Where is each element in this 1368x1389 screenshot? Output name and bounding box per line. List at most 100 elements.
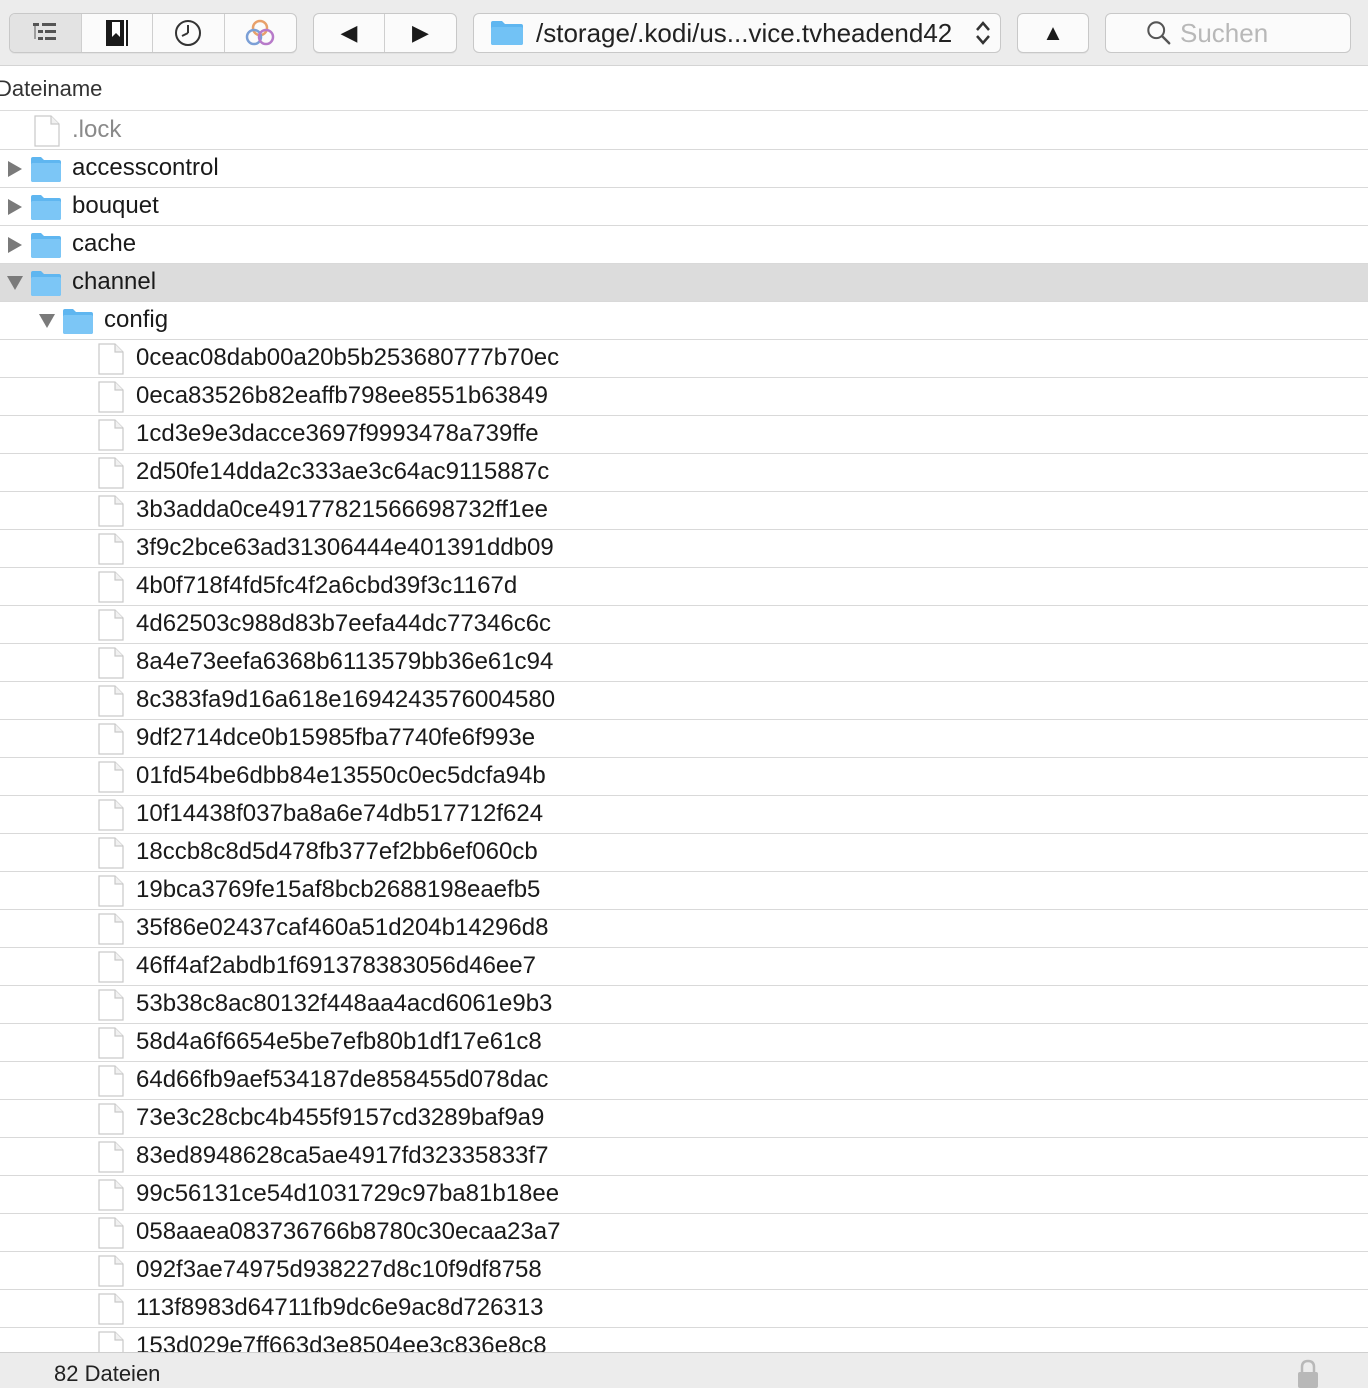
folder-row[interactable]: accesscontrol: [0, 150, 1368, 188]
document-icon: [98, 685, 124, 717]
item-name: 153d029e7ff663d3e8504ee3c836e8c8: [136, 1332, 547, 1352]
item-name: config: [104, 306, 169, 333]
column-header-filename[interactable]: Dateiname: [0, 76, 102, 102]
stepper-icon: [976, 21, 990, 45]
folder-row[interactable]: bouquet: [0, 188, 1368, 226]
file-row[interactable]: 58d4a6f6654e5be7efb80b1df17e61c8: [0, 1024, 1368, 1062]
file-row[interactable]: 9df2714dce0b15985fba7740fe6f993e: [0, 720, 1368, 758]
view-mode-group: [9, 13, 297, 53]
document-icon: [98, 875, 124, 907]
item-name: 3b3adda0ce49177821566698732ff1ee: [136, 496, 548, 523]
item-name: 99c56131ce54d1031729c97ba81b18ee: [136, 1180, 560, 1207]
search-box[interactable]: [1105, 13, 1351, 53]
file-row[interactable]: 8c383fa9d16a618e1694243576004580: [0, 682, 1368, 720]
file-row[interactable]: 46ff4af2abdb1f691378383056d46ee7: [0, 948, 1368, 986]
file-row[interactable]: 73e3c28cbc4b455f9157cd3289baf9a9: [0, 1100, 1368, 1138]
item-name: 01fd54be6dbb84e13550c0ec5dcfa94b: [136, 762, 546, 789]
file-row[interactable]: 092f3ae74975d938227d8c10f9df8758: [0, 1252, 1368, 1290]
item-name: 73e3c28cbc4b455f9157cd3289baf9a9: [136, 1104, 545, 1131]
toolbar: ◀ ▶ /storage/.kodi/us...vice.tvheadend42…: [0, 0, 1368, 66]
item-name: 3f9c2bce63ad31306444e401391ddb09: [136, 534, 554, 561]
document-icon: [98, 1065, 124, 1097]
item-name: 0eca83526b82eaffb798ee8551b63849: [136, 382, 548, 409]
lock-icon[interactable]: [1296, 1359, 1320, 1389]
file-row[interactable]: 4b0f718f4fd5fc4f2a6cbd39f3c1167d: [0, 568, 1368, 606]
file-row[interactable]: 18ccb8c8d5d478fb377ef2bb6ef060cb: [0, 834, 1368, 872]
document-icon: [98, 343, 124, 375]
file-row[interactable]: 8a4e73eefa6368b6113579bb36e61c94: [0, 644, 1368, 682]
file-row[interactable]: 113f8983d64711fb9dc6e9ac8d726313: [0, 1290, 1368, 1328]
history-icon: [175, 20, 202, 46]
item-name: 113f8983d64711fb9dc6e9ac8d726313: [136, 1294, 544, 1321]
document-icon: [98, 419, 124, 451]
file-row[interactable]: 0ceac08dab00a20b5b253680777b70ec: [0, 340, 1368, 378]
item-name: bouquet: [72, 192, 159, 219]
file-row[interactable]: 0eca83526b82eaffb798ee8551b63849: [0, 378, 1368, 416]
search-input[interactable]: [1180, 17, 1350, 49]
disclosure-expanded-icon[interactable]: [6, 274, 24, 292]
file-row[interactable]: 01fd54be6dbb84e13550c0ec5dcfa94b: [0, 758, 1368, 796]
item-name: 18ccb8c8d5d478fb377ef2bb6ef060cb: [136, 838, 538, 865]
document-icon: [98, 761, 124, 793]
file-row[interactable]: 19bca3769fe15af8bcb2688198eaefb5: [0, 872, 1368, 910]
file-row[interactable]: 153d029e7ff663d3e8504ee3c836e8c8: [0, 1328, 1368, 1352]
file-row[interactable]: 3f9c2bce63ad31306444e401391ddb09: [0, 530, 1368, 568]
outline-view-button[interactable]: [10, 14, 82, 52]
folder-row[interactable]: config: [0, 302, 1368, 340]
item-name: accesscontrol: [72, 154, 219, 181]
file-row[interactable]: 10f14438f037ba8a6e74db517712f624: [0, 796, 1368, 834]
bonjour-icon: [246, 19, 275, 46]
document-icon: [98, 647, 124, 679]
item-name: 1cd3e9e3dacce3697f9993478a739ffe: [136, 420, 539, 447]
item-name: 4d62503c988d83b7eefa44dc77346c6c: [136, 610, 552, 637]
document-icon: [98, 1217, 124, 1249]
document-icon: [98, 381, 124, 413]
path-selector[interactable]: /storage/.kodi/us...vice.tvheadend42: [473, 13, 1001, 53]
document-icon: [98, 457, 124, 489]
file-row[interactable]: 4d62503c988d83b7eefa44dc77346c6c: [0, 606, 1368, 644]
disclosure-collapsed-icon[interactable]: [6, 198, 24, 216]
item-name: 9df2714dce0b15985fba7740fe6f993e: [136, 724, 536, 751]
disclosure-collapsed-icon[interactable]: [6, 236, 24, 254]
disclosure-collapsed-icon[interactable]: [6, 160, 24, 178]
up-icon: ▲: [1042, 20, 1064, 45]
document-icon: [98, 495, 124, 527]
item-name: cache: [72, 230, 137, 257]
forward-icon: ▶: [412, 20, 429, 45]
file-row[interactable]: 35f86e02437caf460a51d204b14296d8: [0, 910, 1368, 948]
file-row[interactable]: 3b3adda0ce49177821566698732ff1ee: [0, 492, 1368, 530]
up-button[interactable]: ▲: [1017, 13, 1089, 53]
document-icon: [98, 1027, 124, 1059]
file-row[interactable]: 99c56131ce54d1031729c97ba81b18ee: [0, 1176, 1368, 1214]
file-row[interactable]: 2d50fe14dda2c333ae3c64ac9115887c: [0, 454, 1368, 492]
document-icon: [34, 115, 60, 147]
bookmarks-icon: [105, 20, 128, 46]
forward-button[interactable]: ▶: [385, 14, 456, 52]
folder-row[interactable]: channel: [0, 264, 1368, 302]
bookmarks-button[interactable]: [82, 14, 153, 52]
folder-icon: [491, 21, 523, 45]
file-row[interactable]: 64d66fb9aef534187de858455d078dac: [0, 1062, 1368, 1100]
file-row[interactable]: 53b38c8ac80132f448aa4acd6061e9b3: [0, 986, 1368, 1024]
item-name: 10f14438f037ba8a6e74db517712f624: [136, 800, 544, 827]
item-name: 092f3ae74975d938227d8c10f9df8758: [136, 1256, 542, 1283]
item-name: 4b0f718f4fd5fc4f2a6cbd39f3c1167d: [136, 572, 518, 599]
item-name: 0ceac08dab00a20b5b253680777b70ec: [136, 344, 560, 371]
document-icon: [98, 837, 124, 869]
document-icon: [98, 951, 124, 983]
document-icon: [98, 1179, 124, 1211]
disclosure-expanded-icon[interactable]: [38, 312, 56, 330]
item-name: 8c383fa9d16a618e1694243576004580: [136, 686, 556, 713]
bonjour-button[interactable]: [225, 14, 297, 52]
back-icon: ◀: [340, 20, 358, 45]
document-icon: [98, 1103, 124, 1135]
folder-row[interactable]: cache: [0, 226, 1368, 264]
file-row[interactable]: 83ed8948628ca5ae4917fd32335833f7: [0, 1138, 1368, 1176]
history-button[interactable]: [153, 14, 225, 52]
item-name: .lock: [72, 116, 122, 143]
item-name: 19bca3769fe15af8bcb2688198eaefb5: [136, 876, 541, 903]
file-row[interactable]: 058aaea083736766b8780c30ecaa23a7: [0, 1214, 1368, 1252]
back-button[interactable]: ◀: [314, 14, 385, 52]
file-row[interactable]: 1cd3e9e3dacce3697f9993478a739ffe: [0, 416, 1368, 454]
file-row[interactable]: .lock: [0, 112, 1368, 150]
